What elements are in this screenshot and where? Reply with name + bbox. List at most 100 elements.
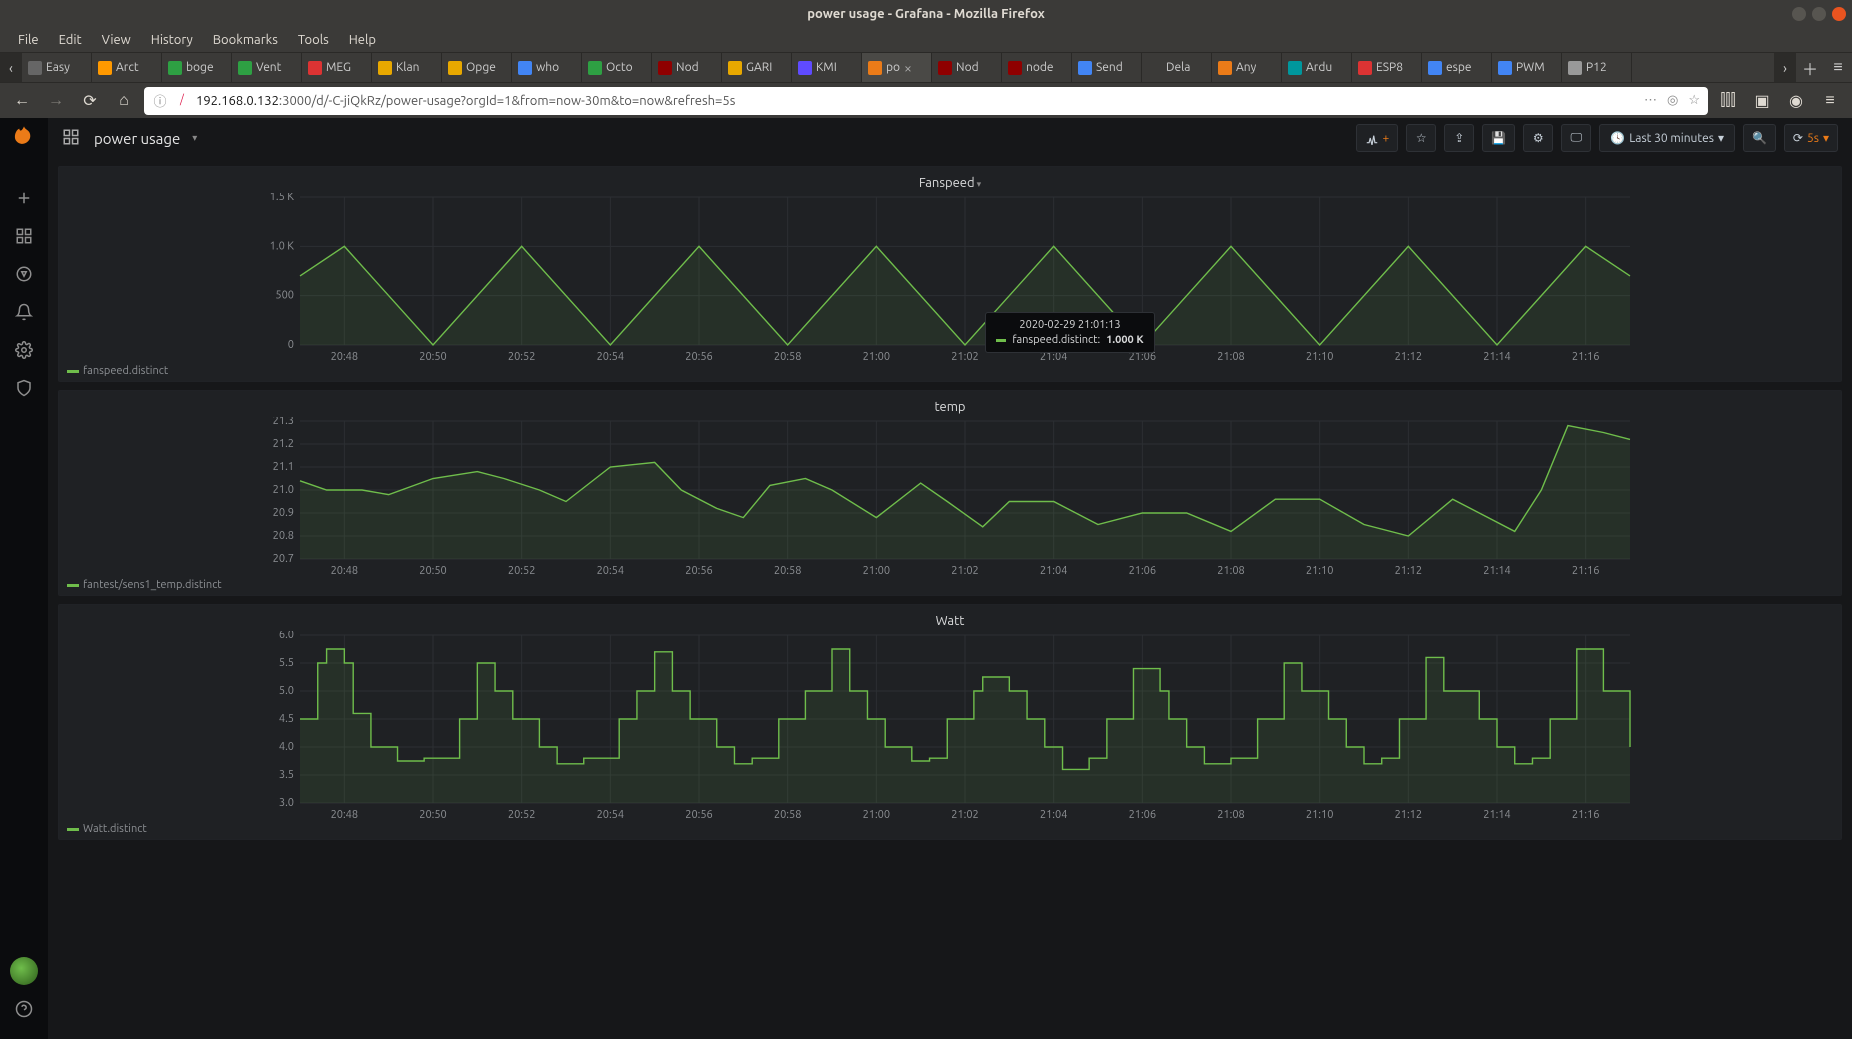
tab-label: node: [1026, 61, 1054, 74]
sidebar-alerting-icon[interactable]: [8, 296, 40, 328]
new-tab-button[interactable]: ＋: [1796, 53, 1824, 82]
favicon: [868, 61, 882, 75]
browser-tab[interactable]: GARI: [722, 53, 792, 82]
favicon: [1218, 61, 1232, 75]
browser-tab[interactable]: Easy: [22, 53, 92, 82]
browser-tab[interactable]: po×: [862, 53, 932, 82]
reader-icon[interactable]: ◎: [1667, 93, 1678, 108]
more-icon[interactable]: ⋯: [1644, 93, 1657, 108]
browser-tab[interactable]: boge: [162, 53, 232, 82]
browser-tab[interactable]: Send: [1072, 53, 1142, 82]
browser-tab[interactable]: Octo: [582, 53, 652, 82]
tab-scroll-left-button[interactable]: ‹: [0, 53, 22, 82]
share-button[interactable]: ⇪: [1444, 124, 1474, 152]
menu-bookmarks[interactable]: Bookmarks: [203, 30, 288, 50]
panel-plot[interactable]: 3.03.54.04.55.05.56.020:4820:5020:5220:5…: [67, 631, 1833, 821]
browser-tab[interactable]: Nod: [652, 53, 722, 82]
menu-help[interactable]: Help: [339, 30, 386, 50]
sidebar-server-admin-icon[interactable]: [8, 372, 40, 404]
panel-title[interactable]: Watt: [67, 611, 1833, 631]
panel-plot[interactable]: 20.720.820.921.021.121.221.320:4820:5020…: [67, 417, 1833, 577]
menu-edit[interactable]: Edit: [49, 30, 92, 50]
svg-text:21:14: 21:14: [1483, 351, 1511, 363]
panel-temp[interactable]: temp20.720.820.921.021.121.221.320:4820:…: [58, 390, 1842, 596]
cycle-view-button[interactable]: 🖵: [1561, 124, 1591, 152]
user-avatar[interactable]: [10, 957, 38, 985]
svg-text:21:08: 21:08: [1217, 351, 1245, 363]
address-bar[interactable]: ⓘ ⧸ 192.168.0.132:3000/d/-C-jiQkRz/power…: [144, 87, 1708, 115]
sidebar-explore-icon[interactable]: [8, 258, 40, 290]
panel-watt[interactable]: Watt3.03.54.04.55.05.56.020:4820:5020:52…: [58, 604, 1842, 840]
browser-tab[interactable]: Vent: [232, 53, 302, 82]
panel-legend[interactable]: Watt.distinct: [67, 823, 1833, 835]
tab-label: GARI: [746, 61, 772, 74]
browser-tab[interactable]: Arct: [92, 53, 162, 82]
info-icon[interactable]: ⓘ: [152, 93, 168, 109]
time-range-button[interactable]: 🕓 Last 30 minutes ▾: [1599, 124, 1735, 152]
browser-tab[interactable]: Dela: [1142, 53, 1212, 82]
browser-tab[interactable]: Any: [1212, 53, 1282, 82]
panel-legend[interactable]: fantest/sens1_temp.distinct: [67, 579, 1833, 591]
browser-tab[interactable]: who: [512, 53, 582, 82]
panel-title[interactable]: temp: [67, 397, 1833, 417]
panel-title[interactable]: Fanspeed▾: [67, 173, 1833, 193]
forward-button[interactable]: →: [42, 87, 70, 115]
tab-scroll-right-button[interactable]: ›: [1774, 53, 1796, 82]
save-button[interactable]: 💾: [1482, 124, 1515, 152]
library-icon[interactable]: ⫿⫿⫿: [1714, 87, 1742, 115]
zoom-out-button[interactable]: 🔍: [1743, 124, 1776, 152]
browser-tab[interactable]: P12: [1562, 53, 1632, 82]
panel-menu-caret-icon[interactable]: ▾: [977, 179, 982, 189]
browser-tab[interactable]: ESP8: [1352, 53, 1422, 82]
grafana-logo-icon[interactable]: [10, 124, 38, 152]
browser-tab[interactable]: espe: [1422, 53, 1492, 82]
panel-plot[interactable]: 05001.0 K1.5 K20:4820:5020:5220:5420:562…: [67, 193, 1833, 363]
tab-label: Opge: [466, 61, 496, 74]
menu-history[interactable]: History: [141, 30, 203, 50]
browser-tab[interactable]: PWM: [1492, 53, 1562, 82]
browser-tab[interactable]: node: [1002, 53, 1072, 82]
window-maximize-button[interactable]: [1812, 7, 1826, 21]
favicon: [1078, 61, 1092, 75]
browser-tab[interactable]: KMI: [792, 53, 862, 82]
menu-file[interactable]: File: [8, 30, 49, 50]
dashboard-title[interactable]: power usage: [94, 130, 180, 147]
tab-label: PWM: [1516, 61, 1545, 74]
menu-tools[interactable]: Tools: [288, 30, 339, 50]
browser-tab[interactable]: Nod: [932, 53, 1002, 82]
svg-text:21:06: 21:06: [1129, 809, 1157, 821]
svg-text:21:14: 21:14: [1483, 565, 1511, 577]
window-close-button[interactable]: [1832, 7, 1846, 21]
menu-view[interactable]: View: [92, 30, 141, 50]
panel-legend[interactable]: fanspeed.distinct: [67, 365, 1833, 377]
home-button[interactable]: ⌂: [110, 87, 138, 115]
tab-close-icon[interactable]: ×: [904, 60, 912, 76]
bookmark-star-icon[interactable]: ☆: [1688, 93, 1700, 108]
svg-text:21:16: 21:16: [1572, 351, 1600, 363]
browser-tab[interactable]: Opge: [442, 53, 512, 82]
grafana-sidebar: [0, 118, 48, 1039]
firefox-menu-button[interactable]: ≡: [1824, 53, 1852, 82]
sidebar-dashboards-icon[interactable]: [8, 220, 40, 252]
dashboard-dropdown-caret-icon[interactable]: ▾: [192, 132, 197, 144]
browser-tab[interactable]: Klan: [372, 53, 442, 82]
browser-tab[interactable]: Ardu: [1282, 53, 1352, 82]
sidebar-icon[interactable]: ▣: [1748, 87, 1776, 115]
account-icon[interactable]: ◉: [1782, 87, 1810, 115]
tab-label: Octo: [606, 61, 633, 74]
browser-tab[interactable]: MEG: [302, 53, 372, 82]
sidebar-configuration-icon[interactable]: [8, 334, 40, 366]
settings-button[interactable]: ⚙: [1523, 124, 1553, 152]
add-panel-button[interactable]: +: [1356, 124, 1399, 152]
overflow-menu-icon[interactable]: ≡: [1816, 87, 1844, 115]
back-button[interactable]: ←: [8, 87, 36, 115]
sidebar-create-icon[interactable]: [8, 182, 40, 214]
refresh-button[interactable]: ⟳ 5s ▾: [1784, 124, 1838, 152]
sidebar-help-icon[interactable]: [8, 993, 40, 1025]
window-minimize-button[interactable]: [1792, 7, 1806, 21]
dashboard-topbar: power usage ▾ + ☆ ⇪ 💾 ⚙ 🖵 🕓 Last 30 minu…: [48, 118, 1852, 158]
star-button[interactable]: ☆: [1406, 124, 1436, 152]
reload-button[interactable]: ⟳: [76, 87, 104, 115]
panel-fanspeed[interactable]: Fanspeed▾05001.0 K1.5 K20:4820:5020:5220…: [58, 166, 1842, 382]
legend-label: fanspeed.distinct: [83, 365, 168, 377]
